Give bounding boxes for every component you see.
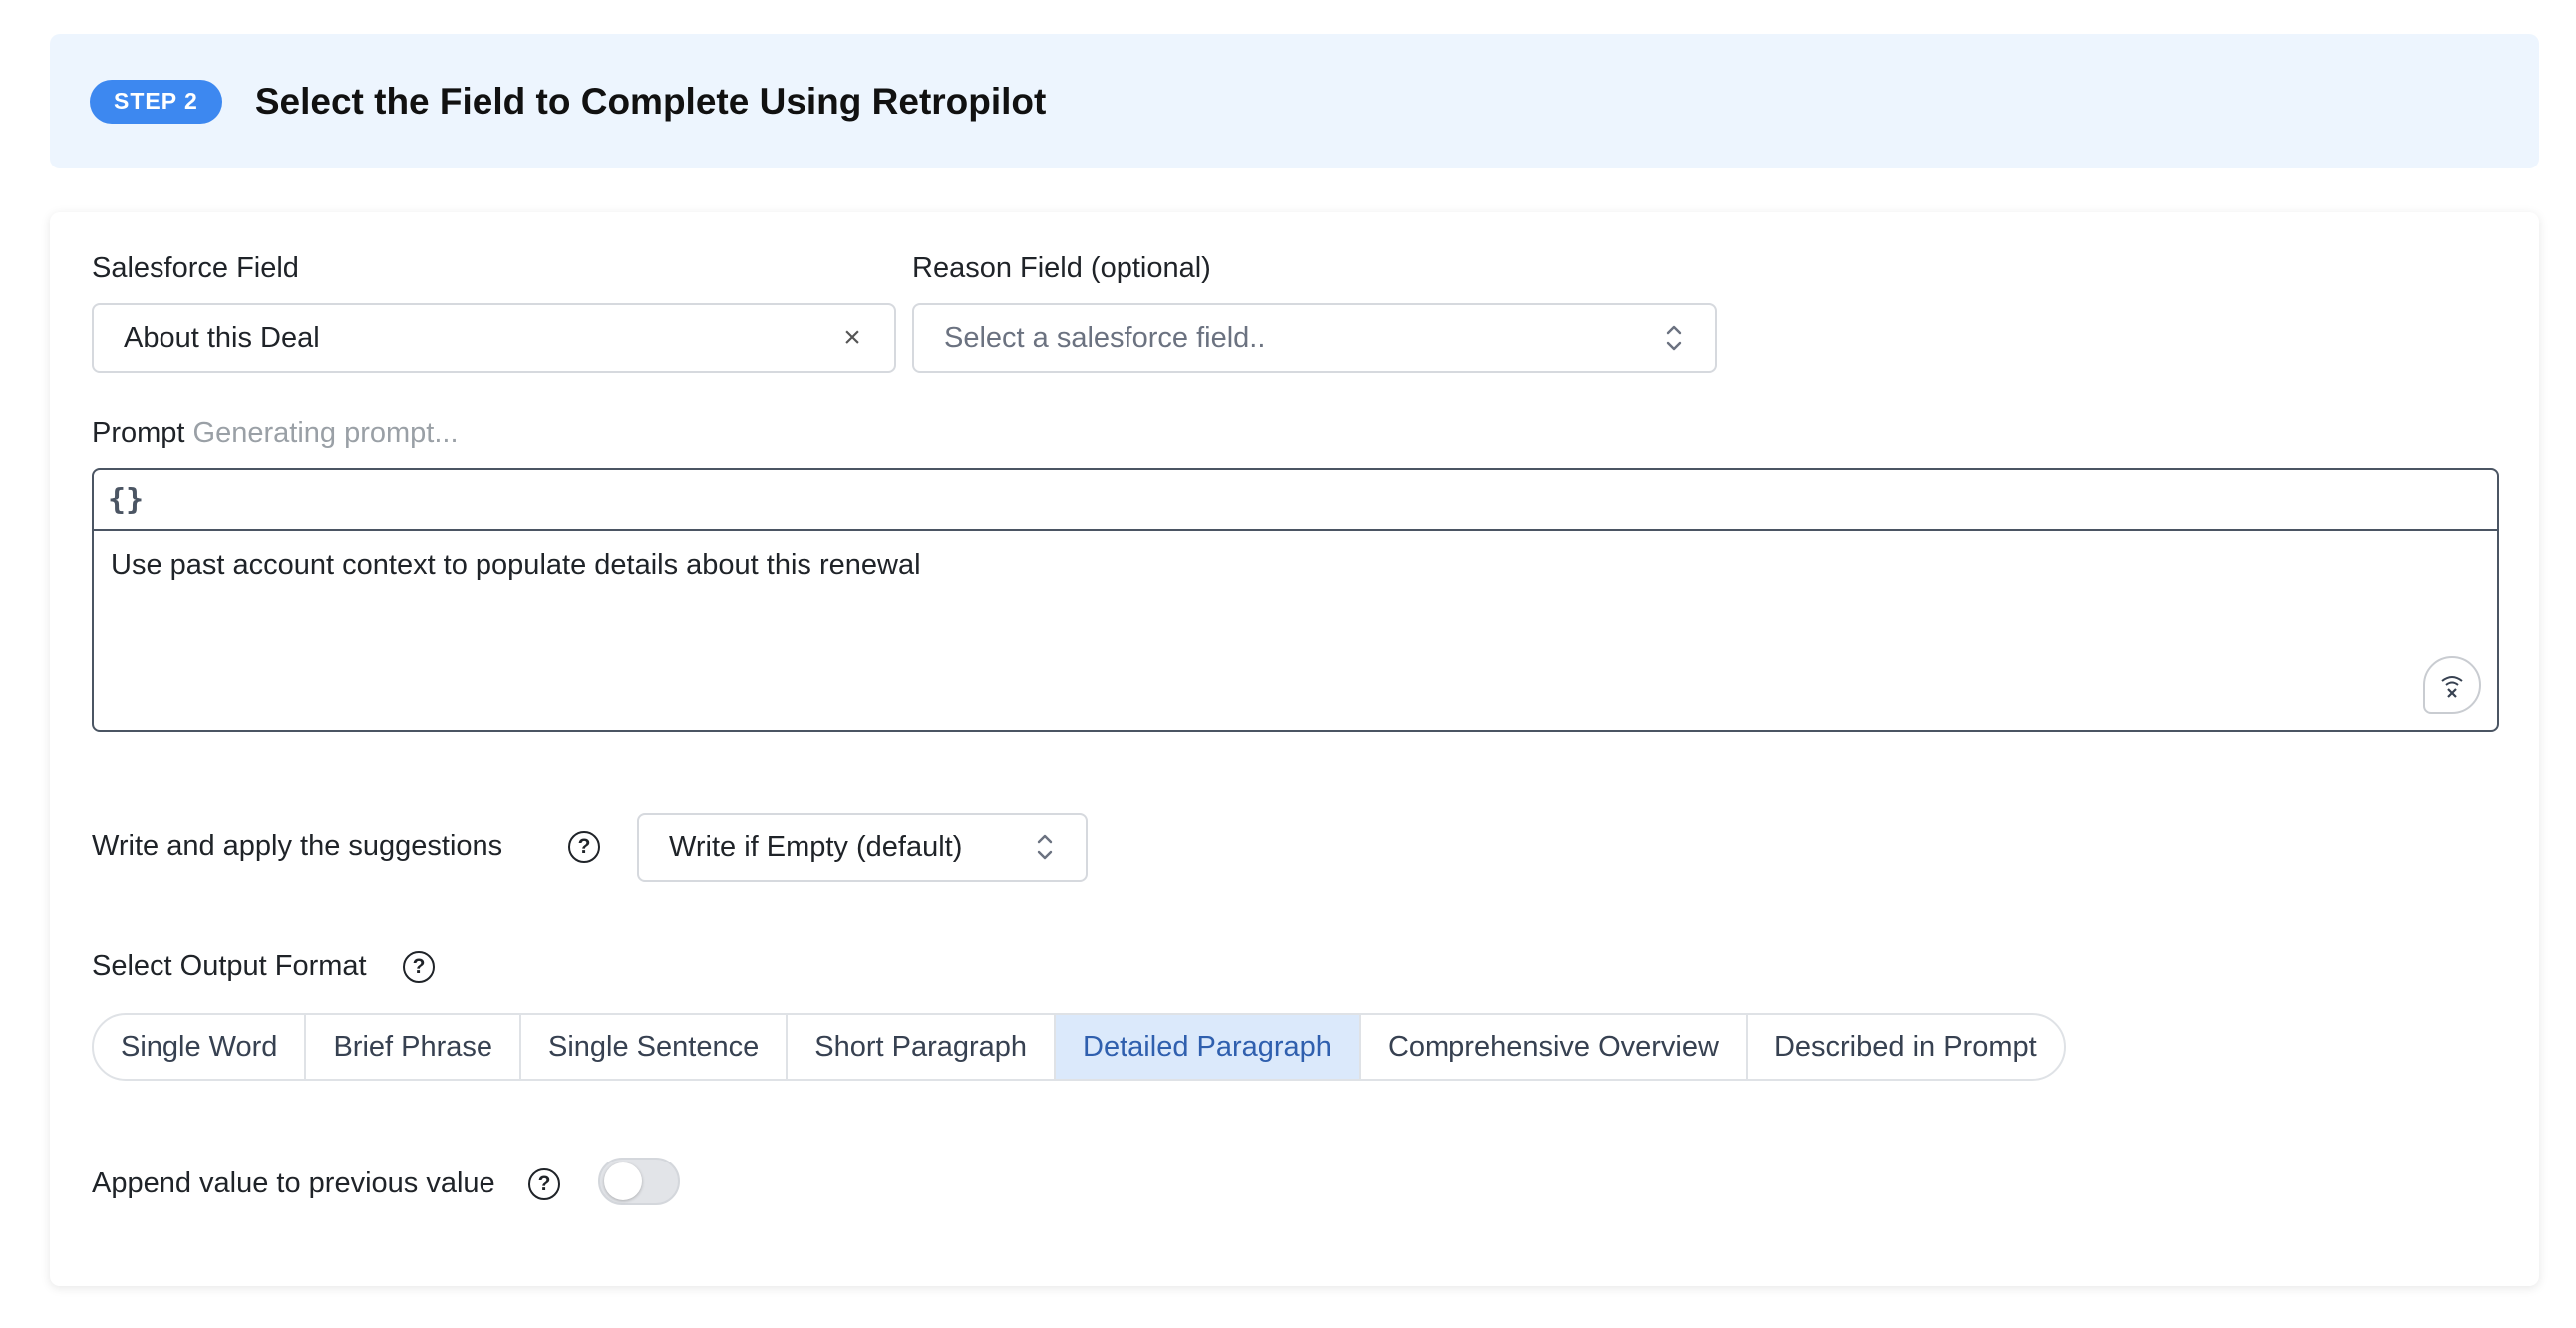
write-mode-select[interactable]: Write if Empty (default): [637, 813, 1088, 882]
salesforce-field-value: About this Deal: [124, 321, 320, 354]
prompt-label: Prompt: [92, 417, 185, 449]
prompt-editor-toolbar: {}: [94, 470, 2497, 531]
write-mode-help-icon[interactable]: ?: [568, 831, 600, 863]
format-option-comprehensive-overview[interactable]: Comprehensive Overview: [1361, 1015, 1748, 1079]
salesforce-field-label: Salesforce Field: [92, 252, 299, 284]
prompt-text[interactable]: Use past account context to populate det…: [94, 531, 2497, 600]
reason-field-select[interactable]: Select a salesforce field..: [912, 303, 1717, 373]
output-format-label: Select Output Format: [92, 950, 367, 982]
reason-field-placeholder: Select a salesforce field..: [944, 321, 1266, 354]
toggle-knob: [604, 1162, 642, 1200]
output-format-segmented-control: Single Word Brief Phrase Single Sentence…: [92, 1013, 2066, 1081]
format-option-single-word[interactable]: Single Word: [94, 1015, 307, 1079]
format-option-brief-phrase[interactable]: Brief Phrase: [306, 1015, 522, 1079]
format-option-described-in-prompt[interactable]: Described in Prompt: [1748, 1015, 2064, 1079]
append-help-icon[interactable]: ?: [528, 1168, 560, 1200]
write-mode-value: Write if Empty (default): [669, 830, 963, 863]
append-toggle[interactable]: [598, 1158, 680, 1205]
format-option-detailed-paragraph[interactable]: Detailed Paragraph: [1056, 1015, 1361, 1079]
prompt-editor[interactable]: {} Use past account context to populate …: [92, 468, 2499, 732]
step-header: STEP 2 Select the Field to Complete Usin…: [50, 34, 2539, 168]
append-label: Append value to previous value: [92, 1167, 495, 1199]
chevron-updown-icon: [1666, 325, 1682, 351]
step-badge: STEP 2: [90, 79, 222, 124]
voice-off-button[interactable]: [2423, 656, 2481, 714]
chevron-updown-icon: [1037, 834, 1053, 860]
output-format-help-icon[interactable]: ?: [403, 951, 435, 983]
write-mode-label: Write and apply the suggestions: [92, 830, 503, 862]
clear-icon[interactable]: ×: [840, 321, 864, 355]
prompt-status: Generating prompt...: [192, 417, 459, 449]
voice-off-icon: [2441, 676, 2463, 698]
prompt-label-row: Prompt Generating prompt...: [92, 417, 459, 450]
form-card: Salesforce Field About this Deal × Reaso…: [50, 212, 2539, 1286]
format-option-short-paragraph[interactable]: Short Paragraph: [788, 1015, 1057, 1079]
step-title: Select the Field to Complete Using Retro…: [254, 80, 1047, 122]
format-option-single-sentence[interactable]: Single Sentence: [521, 1015, 789, 1079]
reason-field-label: Reason Field (optional): [912, 252, 1211, 284]
salesforce-field-select[interactable]: About this Deal ×: [92, 303, 896, 373]
braces-icon[interactable]: {}: [102, 483, 150, 517]
page: STEP 2 Select the Field to Complete Usin…: [0, 0, 2576, 1328]
